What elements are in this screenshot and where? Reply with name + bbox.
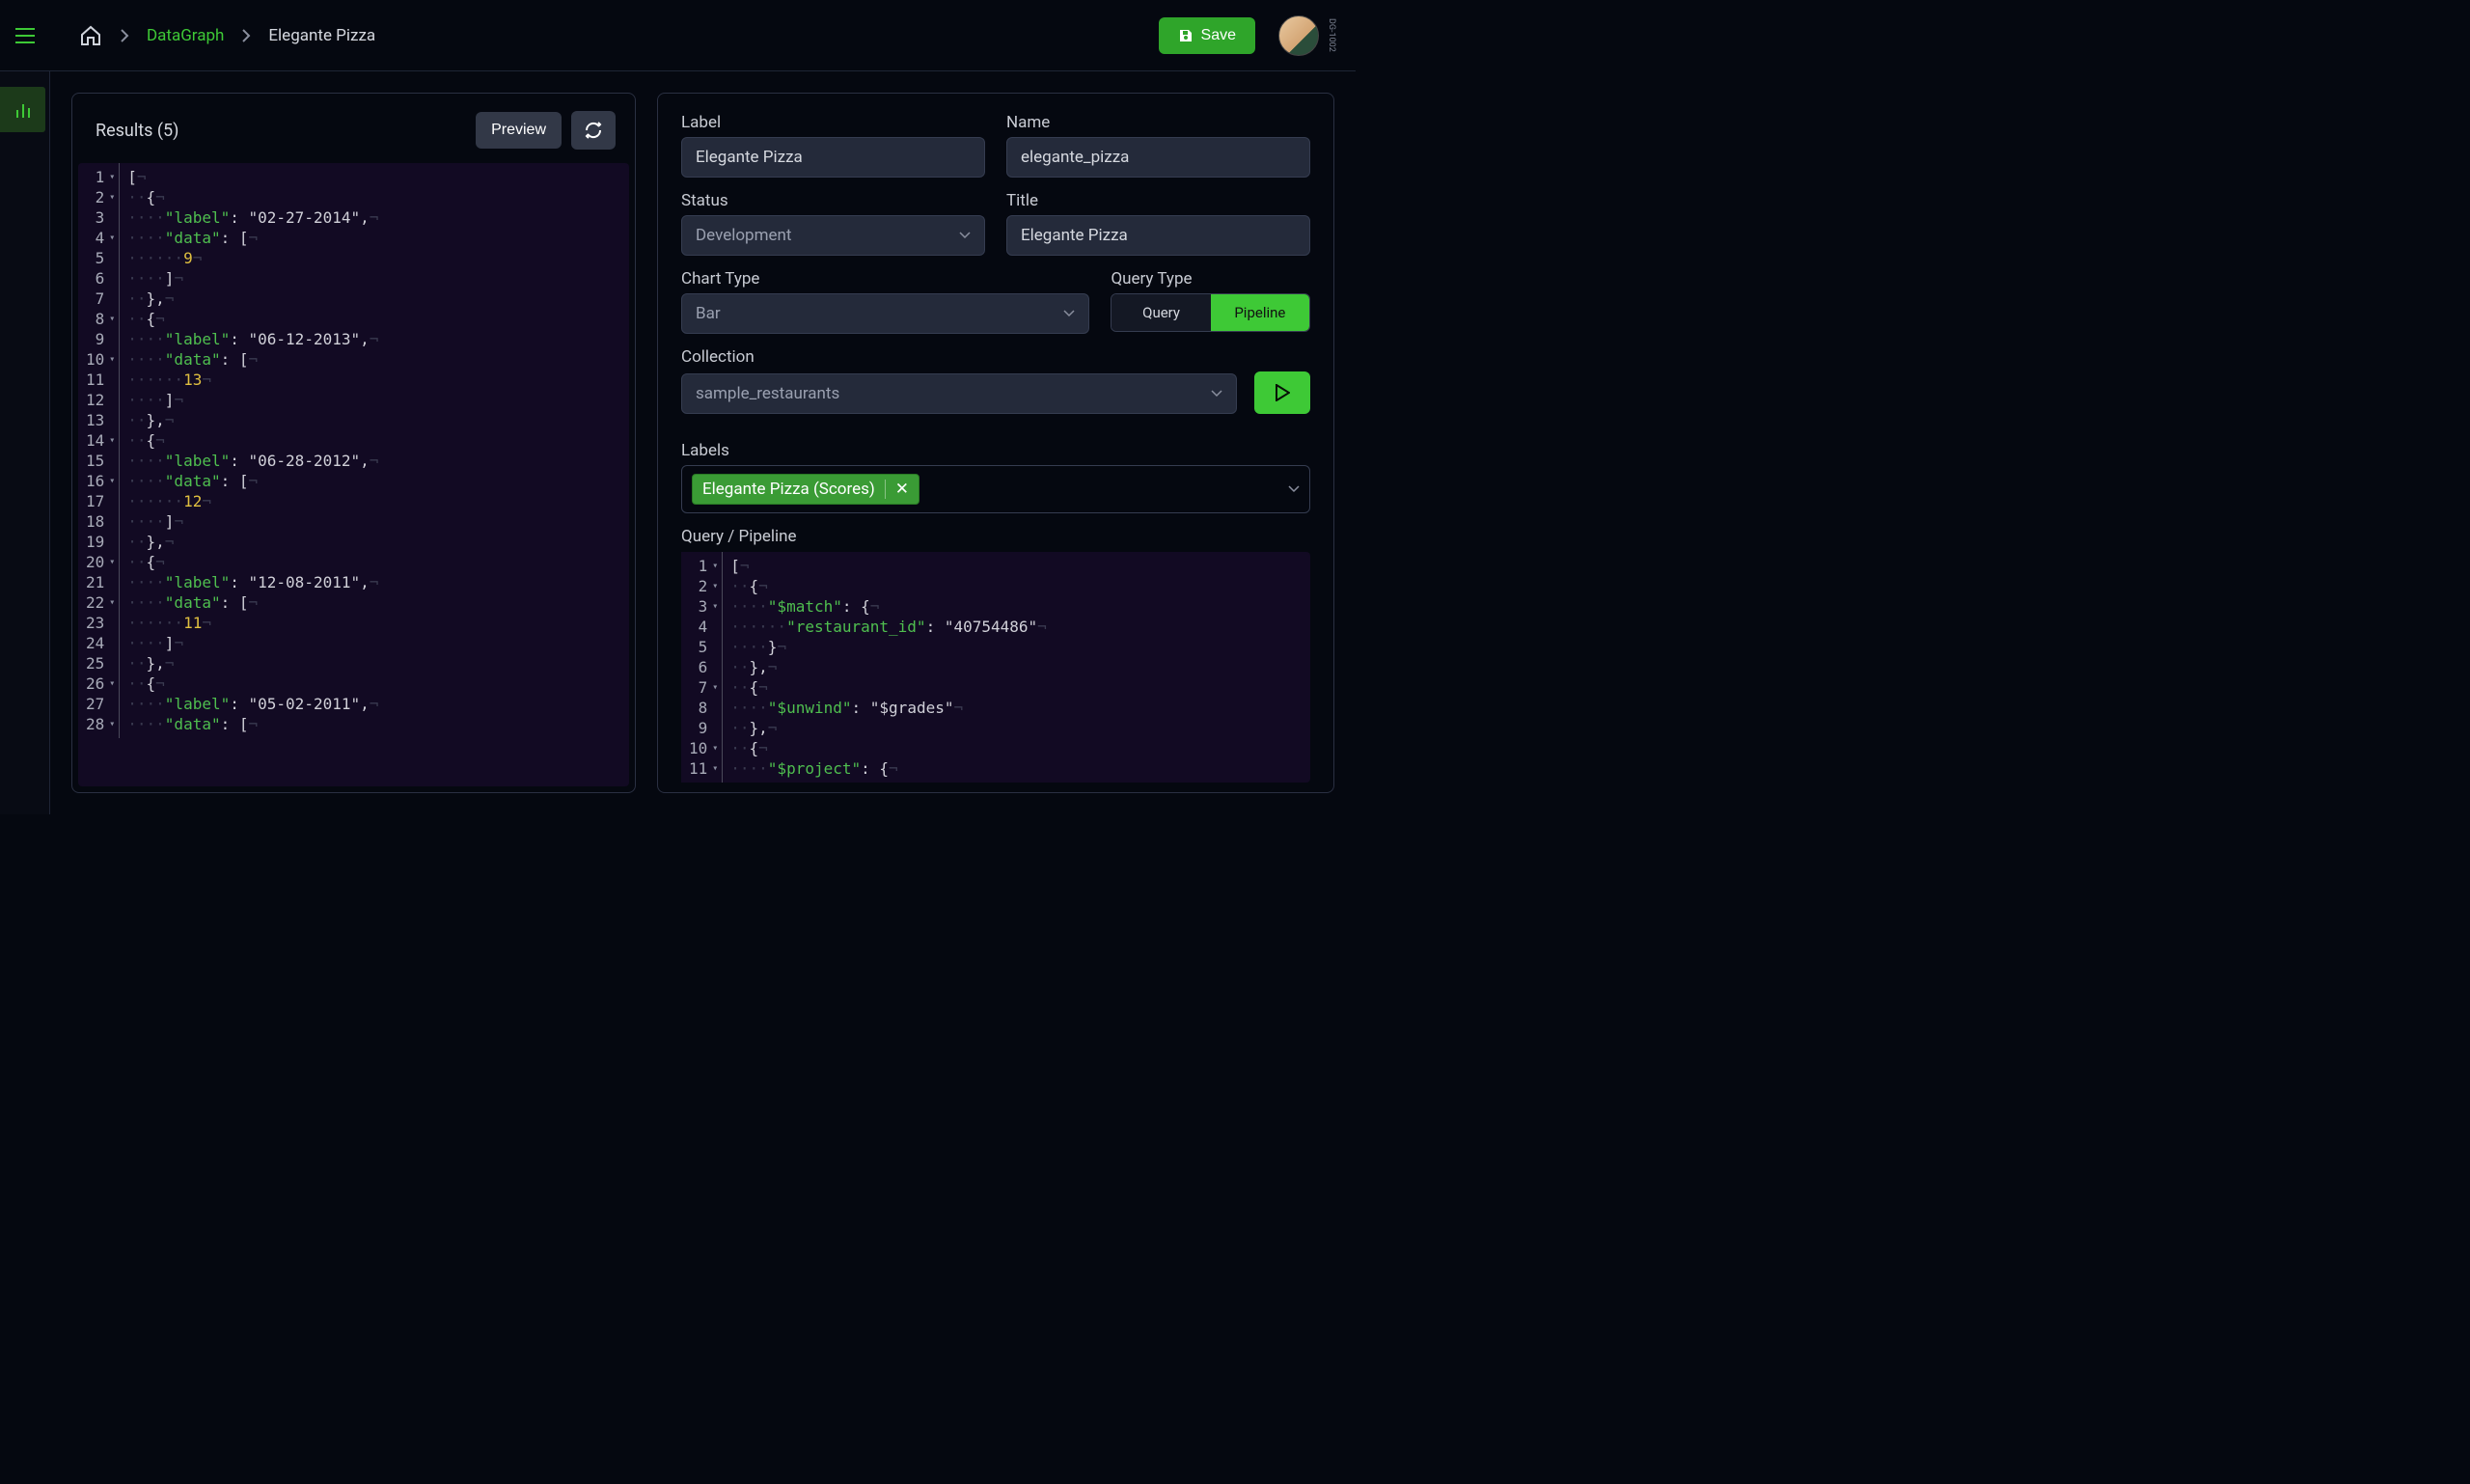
run-button[interactable] [1254,371,1310,414]
status-select[interactable]: Development [681,215,985,256]
label-tag: Elegante Pizza (Scores) ✕ [692,474,919,505]
query-type-query[interactable]: Query [1112,294,1210,331]
labels-label: Labels [681,441,1310,460]
query-type-label: Query Type [1111,269,1310,289]
collection-select[interactable]: sample_restaurants [681,373,1237,414]
results-panel: Results (5) Preview 1▾2▾34▾5678▾910▾1112… [71,93,636,793]
results-editor[interactable]: 1▾2▾34▾5678▾910▾11121314▾1516▾17181920▾2… [78,163,629,786]
home-icon[interactable] [79,24,102,47]
hamburger-menu-icon[interactable] [0,0,50,71]
chart-type-select[interactable]: Bar [681,293,1089,334]
chevron-right-icon [120,28,129,43]
preview-button[interactable]: Preview [476,112,562,149]
refresh-button[interactable] [571,111,616,150]
status-label: Status [681,191,985,210]
config-panel: Label Name Status Development Ti [657,93,1334,793]
title-label: Title [1006,191,1310,210]
breadcrumb-link[interactable]: DataGraph [147,26,224,45]
chart-type-label: Chart Type [681,269,1089,289]
pipeline-editor[interactable]: 1▾2▾3▾4567▾8910▾11▾[··{····"$match": {··… [681,552,1310,783]
query-pipeline-label: Query / Pipeline [681,527,1310,546]
labels-select[interactable]: Elegante Pizza (Scores) ✕ [681,465,1310,513]
save-button[interactable]: Save [1159,17,1255,54]
name-input[interactable] [1006,137,1310,178]
top-bar: DataGraph Elegante Pizza Save DG-1002 [0,0,1356,71]
tag-remove-icon[interactable]: ✕ [885,480,909,499]
title-input[interactable] [1006,215,1310,256]
name-label: Name [1006,113,1310,132]
side-rail [0,71,50,814]
avatar[interactable] [1278,15,1319,56]
results-title: Results (5) [96,121,466,141]
query-type-pipeline[interactable]: Pipeline [1211,294,1309,331]
chevron-right-icon [241,28,251,43]
vertical-id: DG-1002 [1327,18,1336,52]
label-input[interactable] [681,137,985,178]
label-label: Label [681,113,985,132]
breadcrumb-current: Elegante Pizza [268,26,375,45]
rail-chart-icon[interactable] [0,87,45,132]
query-type-segmented: Query Pipeline [1111,293,1310,332]
collection-label: Collection [681,347,1310,367]
